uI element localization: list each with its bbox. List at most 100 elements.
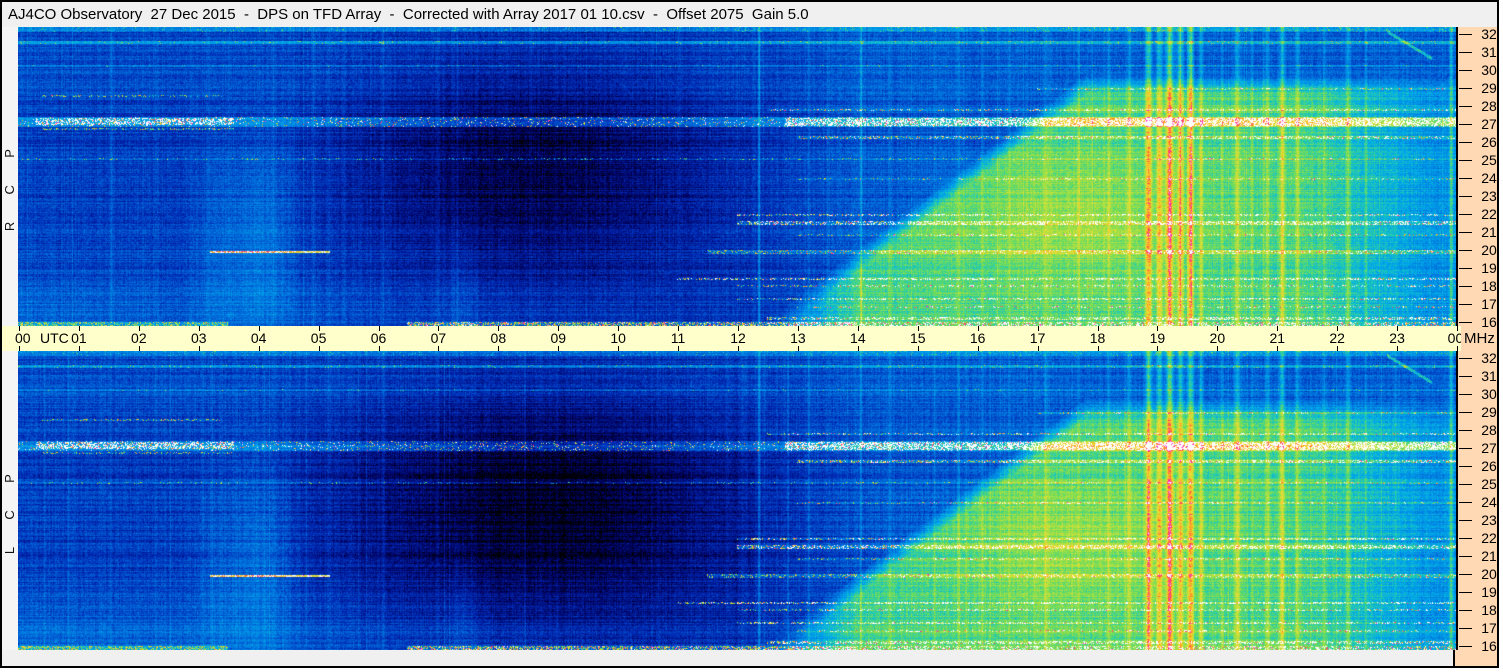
hour-tick — [1097, 346, 1099, 351]
freq-label: 24 — [1481, 170, 1497, 186]
freq-label: 22 — [1481, 206, 1497, 222]
hour-tick — [1337, 346, 1339, 351]
hour-tick — [198, 346, 200, 351]
freq-tick — [1458, 502, 1472, 503]
freq-tick — [1458, 124, 1472, 125]
hour-label: 22 — [1329, 330, 1345, 346]
freq-tick — [1458, 628, 1472, 629]
hour-tick — [1157, 346, 1159, 351]
freq-label: 32 — [1481, 26, 1497, 42]
hour-tick — [138, 346, 140, 351]
freq-label: 18 — [1481, 278, 1497, 294]
freq-tick — [1458, 592, 1472, 593]
hour-label: 01 — [71, 330, 87, 346]
hour-tick — [1397, 346, 1399, 351]
freq-tick — [1458, 520, 1472, 521]
hour-tick — [1217, 346, 1219, 351]
freq-tick — [1458, 646, 1472, 647]
hour-label: 15 — [909, 330, 926, 346]
hour-tick — [857, 346, 859, 351]
hour-label: 23 — [1389, 330, 1405, 346]
freq-label: 26 — [1481, 134, 1497, 150]
hour-label: 16 — [969, 330, 986, 346]
lcp-spectrogram-canvas — [17, 351, 1456, 650]
hour-tick — [378, 346, 380, 351]
freq-label: 25 — [1481, 476, 1497, 492]
hour-tick — [1277, 346, 1279, 351]
freq-tick — [1458, 412, 1472, 413]
freq-tick — [1458, 70, 1472, 71]
freq-label: 16 — [1481, 314, 1497, 330]
freq-tick — [1458, 358, 1472, 359]
freq-label: 23 — [1481, 512, 1497, 528]
hour-label: 04 — [250, 330, 267, 346]
hour-label: 20 — [1209, 330, 1226, 346]
hour-tick — [678, 346, 680, 351]
freq-tick — [1458, 556, 1472, 557]
lcp-label-text: LCP — [2, 446, 18, 555]
hour-tick — [318, 346, 320, 351]
hour-label: 08 — [490, 330, 507, 346]
hour-tick — [258, 346, 260, 351]
freq-label: 30 — [1481, 386, 1497, 402]
freq-label: 23 — [1481, 188, 1497, 204]
freq-label: 17 — [1481, 296, 1497, 312]
hour-label: 09 — [550, 330, 567, 346]
freq-tick — [1458, 268, 1472, 269]
freq-tick — [1458, 160, 1472, 161]
freq-label: 20 — [1481, 242, 1497, 258]
rcp-label-text: RCP — [2, 121, 18, 232]
rcp-polarization-label: RCP — [2, 27, 18, 326]
freq-scale-lcp: 32 31 30 29 28 27 26 25 24 23 22 21 20 19 18 17 16 — [1457, 350, 1497, 653]
freq-label: 20 — [1481, 566, 1497, 582]
freq-label: 25 — [1481, 152, 1497, 168]
freq-tick — [1458, 178, 1472, 179]
hour-label: 13 — [790, 330, 806, 346]
hour-tick — [19, 346, 20, 351]
freq-tick — [1458, 34, 1472, 35]
freq-scale-rcp: 32 31 30 29 28 27 26 25 24 23 22 21 20 19 18 17 16 — [1457, 26, 1497, 330]
freq-tick — [1458, 214, 1472, 215]
freq-label: 18 — [1481, 602, 1497, 618]
freq-tick — [1458, 610, 1472, 611]
rcp-panel-row: RCP 32 31 30 29 28 27 26 25 24 23 22 21 20 19 18 17 16 — [2, 26, 1497, 330]
utc-label: UTC — [40, 330, 69, 346]
hour-tick — [438, 346, 440, 351]
freq-tick — [1458, 484, 1472, 485]
freq-tick — [1458, 232, 1472, 233]
hour-label: 07 — [430, 330, 447, 346]
hour-tick — [738, 346, 739, 351]
hour-tick — [78, 346, 80, 351]
hour-tick — [977, 346, 979, 351]
freq-label: 17 — [1481, 620, 1497, 636]
hour-label: 14 — [850, 330, 866, 346]
hour-label: 21 — [1269, 330, 1286, 346]
bottom-strip — [2, 650, 1497, 666]
freq-tick — [1458, 250, 1472, 251]
freq-tick — [1458, 304, 1472, 305]
freq-label: 32 — [1481, 350, 1497, 366]
freq-label: 26 — [1481, 458, 1497, 474]
hour-label: 02 — [131, 330, 147, 346]
freq-tick — [1458, 322, 1472, 323]
freq-tick — [1458, 52, 1472, 53]
hour-tick — [558, 346, 560, 351]
freq-label: 27 — [1481, 440, 1497, 456]
hour-tick — [498, 346, 500, 351]
rcp-spectrogram-canvas — [17, 27, 1456, 326]
freq-label: 24 — [1481, 494, 1497, 510]
freq-tick — [1458, 286, 1472, 287]
freq-label: 31 — [1481, 368, 1497, 384]
time-axis: MHz 00 01 02 03 04 05 06 07 08 09 10 11 12 13 14 15 16 17… — [2, 326, 1497, 351]
freq-label: 21 — [1481, 224, 1497, 240]
freq-tick — [1458, 466, 1472, 467]
hour-label: 00 — [15, 330, 31, 346]
title-bar: AJ4CO Observatory 27 Dec 2015 - DPS on T… — [2, 2, 1497, 27]
lcp-polarization-label: LCP — [2, 351, 18, 650]
freq-tick — [1458, 394, 1472, 395]
hour-tick — [797, 346, 799, 351]
freq-label: 21 — [1481, 548, 1497, 564]
freq-label: 28 — [1481, 98, 1497, 114]
freq-label: 31 — [1481, 44, 1497, 60]
freq-label: 29 — [1481, 404, 1497, 420]
